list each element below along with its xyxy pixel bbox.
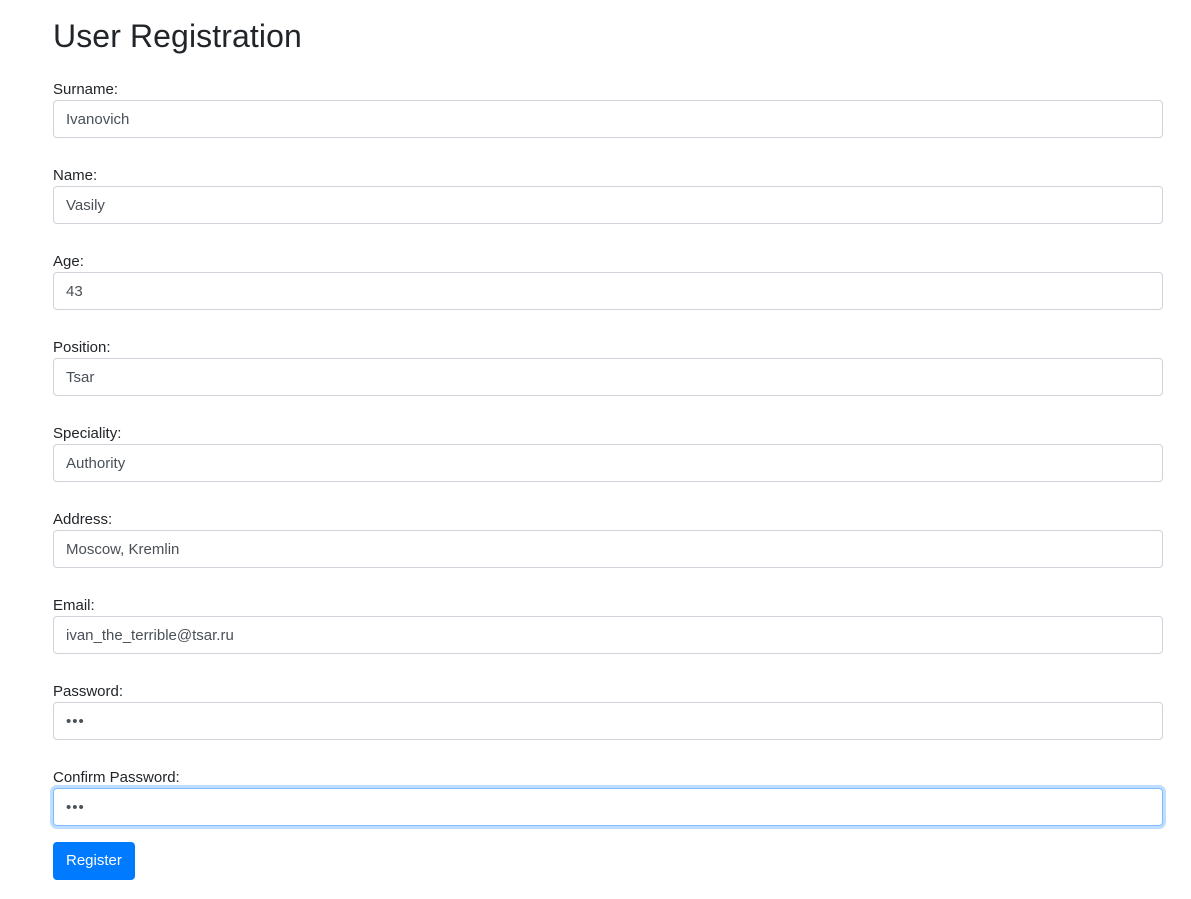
name-label: Name:: [53, 167, 98, 184]
email-label: Email:: [53, 597, 95, 614]
email-input[interactable]: [53, 616, 1163, 654]
form-group-surname: Surname:: [53, 80, 1163, 138]
form-group-speciality: Speciality:: [53, 424, 1163, 482]
form-group-position: Position:: [53, 338, 1163, 396]
surname-label: Surname:: [53, 81, 119, 98]
name-input[interactable]: [53, 186, 1163, 224]
form-group-email: Email:: [53, 596, 1163, 654]
form-group-confirm-password: Confirm Password:: [53, 768, 1163, 826]
form-group-name: Name:: [53, 166, 1163, 224]
confirm-password-label: Confirm Password:: [53, 769, 180, 786]
address-input[interactable]: [53, 530, 1163, 568]
confirm-password-input[interactable]: [53, 788, 1163, 826]
form-fields: Surname: Name: Age: Position: Speciality: Add…: [53, 80, 1163, 826]
page-title: User Registration: [53, 18, 302, 54]
password-label: Password:: [53, 683, 124, 700]
speciality-input[interactable]: [53, 444, 1163, 482]
position-input[interactable]: [53, 358, 1163, 396]
age-input[interactable]: [53, 272, 1163, 310]
address-label: Address:: [53, 511, 113, 528]
surname-input[interactable]: [53, 100, 1163, 138]
password-input[interactable]: [53, 702, 1163, 740]
position-label: Position:: [53, 339, 111, 356]
form-group-password: Password:: [53, 682, 1163, 740]
form-group-age: Age:: [53, 252, 1163, 310]
age-label: Age:: [53, 253, 84, 270]
speciality-label: Speciality:: [53, 425, 122, 442]
form-group-address: Address:: [53, 510, 1163, 568]
register-button[interactable]: Register: [53, 842, 135, 880]
registration-container: User Registration Surname: Name: Age: Posit…: [53, 0, 1163, 880]
registration-form: Surname: Name: Age: Position: Speciality: Add…: [53, 80, 1163, 880]
